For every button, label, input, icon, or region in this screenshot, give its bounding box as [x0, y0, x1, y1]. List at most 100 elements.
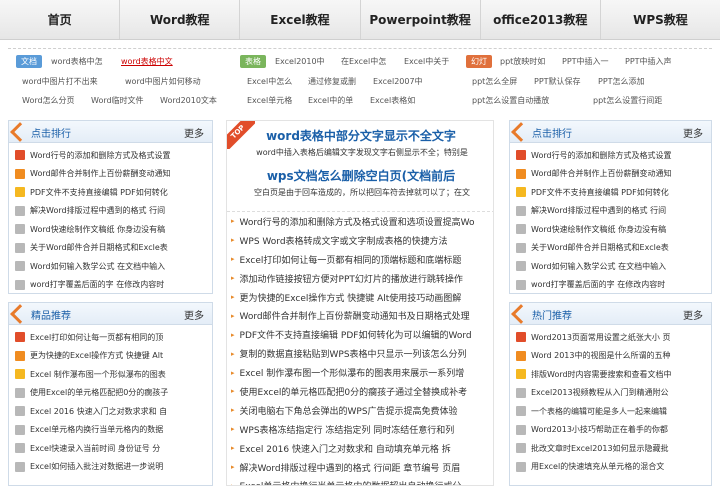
tag-link[interactable]: word中图片打不出来 — [22, 76, 98, 87]
article-title: 使用Excel的单元格匹配把0分的瘸孩子通过全替换成补考 — [239, 387, 468, 398]
tag-link[interactable]: PPT中插入声 — [625, 56, 672, 67]
list-item[interactable]: Word邮件合并制作上百份薪酬变动通知 — [15, 165, 212, 184]
list-item[interactable]: Word行号的添加和删除方式及格式设置 — [15, 146, 212, 165]
more-link[interactable]: 更多 — [184, 125, 204, 140]
tag-link[interactable]: Excel2010中 — [275, 56, 325, 67]
tag-link[interactable]: Word2010文本 — [160, 95, 217, 106]
rank-number-icon — [15, 242, 25, 253]
rank-number-icon — [516, 242, 526, 253]
article-item[interactable]: ▸ WPS表格冻结指定行 冻结指定列 同时冻结任意行和列 — [227, 420, 493, 439]
arrow-icon: ▸ — [231, 349, 235, 358]
tag-link[interactable]: 在Excel中怎 — [341, 56, 386, 67]
article-item[interactable]: ▸ Excel 2016 快速入门之对数求和 自动填充单元格 拆 — [227, 439, 493, 458]
nav-home[interactable]: 首页 — [0, 0, 121, 39]
more-link[interactable]: 更多 — [184, 307, 204, 322]
tag-link[interactable]: Word临时文件 — [91, 95, 144, 106]
article-item[interactable]: ▸ 解决Word排版过程中遇到的格式 行间距 章节编号 页眉 — [227, 458, 493, 477]
list-item[interactable]: 批改文章时Excel2013如何显示隐藏批 — [516, 439, 711, 458]
article-item[interactable]: ▸ Excel 制作瀑布图一个形似瀑布的图表用来展示一系列增 — [227, 363, 493, 382]
tag-link[interactable]: Excel中怎么 — [247, 76, 292, 87]
headline-2[interactable]: wps文档怎么删除空白页(文档前后 — [227, 167, 493, 184]
list-item[interactable]: Word 2013中的视图是什么所谓的五种 — [516, 347, 711, 366]
tag-link[interactable]: ppt怎么全屏 — [472, 76, 517, 87]
list-item[interactable]: 一个表格的编辑可能是多人一起来编辑 — [516, 402, 711, 421]
article-item[interactable]: ▸ 使用Excel的单元格匹配把0分的瘸孩子通过全替换成补考 — [227, 382, 493, 401]
nav-word[interactable]: Word教程 — [120, 0, 241, 39]
list-item[interactable]: PDF文件不支持直接编辑 PDF如何转化 — [516, 183, 711, 202]
list-item[interactable]: 用Excel的快速填充从单元格的混合文 — [516, 458, 711, 477]
list-item[interactable]: 关于Word邮件合并日期格式和Excle表 — [516, 239, 711, 258]
list-item[interactable]: Excel 2016 快速入门之对数求求和 自 — [15, 402, 212, 421]
list-item[interactable]: 更为快捷的Excel操作方式 快捷键 Alt — [15, 347, 212, 366]
nav-office2013[interactable]: office2013教程 — [481, 0, 601, 39]
panel-header: 点击排行 更多 — [510, 121, 711, 143]
tag-link[interactable]: ppt放映时如 — [500, 56, 545, 67]
article-item[interactable]: ▸ 更为快捷的Excel操作方式 快捷键 Alt使用技巧动画图解 — [227, 288, 493, 307]
list-item[interactable]: Word如何输入数学公式 在文档中输入 — [516, 257, 711, 276]
rank-number-icon — [516, 261, 526, 272]
article-item[interactable]: ▸ Excel单元格内换行当单元格内的数据超出自动换行或分 — [227, 476, 493, 485]
tag-link[interactable]: word中图片如何移动 — [125, 76, 201, 87]
tag-link[interactable]: Excel单元格 — [247, 95, 292, 106]
article-item[interactable]: ▸ 复制的数据直接粘贴到WPS表格中只显示一列该怎么分列 — [227, 344, 493, 363]
headline-1[interactable]: word表格中部分文字显示不全文字 — [227, 127, 493, 144]
list-item[interactable]: Excel如何插入批注对数据进一步说明 — [15, 458, 212, 477]
tag-row-2: word中图片打不出来 word中图片如何移动 Excel中怎么 通过修复或删 … — [8, 74, 712, 92]
list-item[interactable]: 关于Word邮件合并日期格式和Excle表 — [15, 239, 212, 258]
article-item[interactable]: ▸ Excel打印如何让每一页都有相同的顶端标题和底端标题 — [227, 250, 493, 269]
list-item-text: Excel打印如何让每一页都有相同的顶 — [30, 332, 164, 342]
list-item[interactable]: Excel 制作瀑布图一个形似瀑布的图表 — [15, 365, 212, 384]
right-rank-panel: 点击排行 更多 Word行号的添加和删除方式及格式设置 Word邮件合并制作上百份… — [509, 120, 712, 294]
list-item[interactable]: Word如何输入数学公式 在文档中输入 — [15, 257, 212, 276]
list-item[interactable]: 解决Word排版过程中遇到的格式 行间 — [516, 202, 711, 221]
list-item[interactable]: Word2013页面常用设置之纸张大小 页 — [516, 328, 711, 347]
tag-link[interactable]: word表格中怎 — [51, 56, 103, 67]
list-item[interactable]: Word行号的添加和删除方式及格式设置 — [516, 146, 711, 165]
list-item[interactable]: Excel打印如何让每一页都有相同的顶 — [15, 328, 212, 347]
nav-excel[interactable]: Excel教程 — [240, 0, 361, 39]
list-item[interactable]: Word快速绘制作文稿纸 你身边没有稿 — [516, 220, 711, 239]
tag-link[interactable]: ppt怎么设置自动播放 — [472, 95, 549, 106]
tag-link[interactable]: Excel2007中 — [373, 76, 423, 87]
list-item[interactable]: Excel单元格内换行当单元格内的数据 — [15, 421, 212, 440]
article-item[interactable]: ▸ Word行号的添加和删除方式及格式设置和选项设置提高Wo — [227, 212, 493, 231]
list-item[interactable]: Excel2013视频教程从入门到精通附公 — [516, 384, 711, 403]
tag-link[interactable]: 通过修复或删 — [308, 76, 356, 87]
tag-link[interactable]: ppt怎么设置行间距 — [593, 95, 662, 106]
rank-number-icon — [15, 150, 25, 161]
list-item[interactable]: word打字覆盖后面的字 在修改内容时 — [516, 276, 711, 295]
list-item[interactable]: 排版Word时内容需要搜索和查看文档中 — [516, 365, 711, 384]
list-item[interactable]: Word2013小技巧帮助正在着手的你都 — [516, 421, 711, 440]
chevron-icon — [10, 304, 30, 324]
list-item[interactable]: 使用Excel的单元格匹配把0分的瘸孩子 — [15, 384, 212, 403]
nav-powerpoint[interactable]: Powerpoint教程 — [361, 0, 481, 39]
article-item[interactable]: ▸ Word邮件合并制作上百份薪酬变动通知书及日期格式处理 — [227, 306, 493, 325]
article-item[interactable]: ▸ 添加动作链接按钮方便对PPT幻灯片的播放进行跳转操作 — [227, 269, 493, 288]
arrow-icon: ▸ — [231, 425, 235, 434]
tag-link[interactable]: PPT中插入一 — [562, 56, 609, 67]
list-item[interactable]: 解决Word排版过程中遇到的格式 行间 — [15, 202, 212, 221]
list-item[interactable]: PDF文件不支持直接编辑 PDF如何转化 — [15, 183, 212, 202]
tag-link[interactable]: Excel中的单 — [308, 95, 353, 106]
list-item[interactable]: word打字覆盖后面的字 在修改内容时 — [15, 276, 212, 295]
list-item[interactable]: Excel快速录入当前时间 身份证号 分 — [15, 439, 212, 458]
tag-link[interactable]: Word怎么分页 — [22, 95, 75, 106]
nav-wps[interactable]: WPS教程 — [601, 0, 720, 39]
list-item-text: word打字覆盖后面的字 在修改内容时 — [531, 280, 666, 290]
article-item[interactable]: ▸ 关闭电脑右下角总会弹出的WPS广告提示提高免费体验 — [227, 401, 493, 420]
panel-title: 精品推荐 — [31, 311, 71, 322]
list-item[interactable]: Word快速绘制作文稿纸 你身边没有稿 — [15, 220, 212, 239]
tag-link-hot[interactable]: word表格中文 — [121, 56, 173, 67]
tag-link[interactable]: Excel表格如 — [370, 95, 415, 106]
tag-link[interactable]: Excel中关于 — [404, 56, 449, 67]
more-link[interactable]: 更多 — [683, 125, 703, 140]
tag-link[interactable]: PPT怎么添加 — [598, 76, 645, 87]
tag-link[interactable]: PPT默认保存 — [534, 76, 581, 87]
list-item-text: 用Excel的快速填充从单元格的混合文 — [531, 462, 665, 472]
more-link[interactable]: 更多 — [683, 307, 703, 322]
arrow-icon: ▸ — [231, 444, 235, 453]
article-item[interactable]: ▸ WPS Word表格转成文字或文字制成表格的快捷方法 — [227, 231, 493, 250]
article-item[interactable]: ▸ PDF文件不支持直接编辑 PDF如何转化为可以编辑的Word — [227, 325, 493, 344]
rank-number-icon — [15, 187, 25, 198]
list-item[interactable]: Word邮件合并制作上百份薪酬变动通知 — [516, 165, 711, 184]
